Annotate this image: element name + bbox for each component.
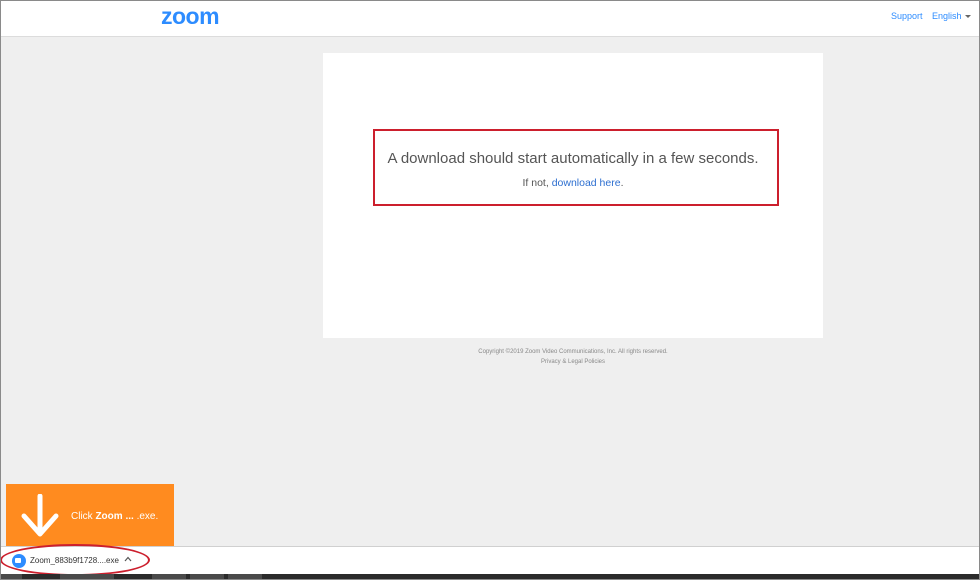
taskbar-slot[interactable] [152,574,186,580]
zoom-app-icon [12,554,26,568]
taskbar [0,574,980,580]
download-item[interactable]: Zoom_883b9f1728....exe [4,547,136,575]
legal-policies-link[interactable]: Privacy & Legal Policies [323,359,823,365]
caret-down-icon [964,15,971,19]
language-label: English [932,11,962,21]
support-link[interactable]: Support [891,11,923,21]
taskbar-slot[interactable] [190,574,224,580]
hint-bold: Zoom ... [95,511,137,522]
top-navbar: zoom Support English [0,0,980,37]
language-dropdown[interactable]: English [932,11,971,21]
annotation-highlight-box [373,129,779,206]
taskbar-slot[interactable] [228,574,262,580]
download-filename: Zoom_883b9f1728....exe [30,556,119,565]
zoom-logo[interactable]: zoom [161,3,220,30]
arrow-down-icon [21,494,59,537]
hint-prefix: Click [71,511,96,522]
chevron-up-icon[interactable] [124,555,132,563]
download-shelf: Zoom_883b9f1728....exe [0,546,980,575]
taskbar-slot[interactable] [60,574,114,580]
copyright-text: Copyright ©2019 Zoom Video Communication… [478,349,668,355]
start-button[interactable] [0,574,22,580]
hint-text: Click Zoom ... .exe. [71,511,158,522]
download-hint-banner: Click Zoom ... .exe. [6,484,174,546]
hint-suffix: .exe. [136,511,159,522]
